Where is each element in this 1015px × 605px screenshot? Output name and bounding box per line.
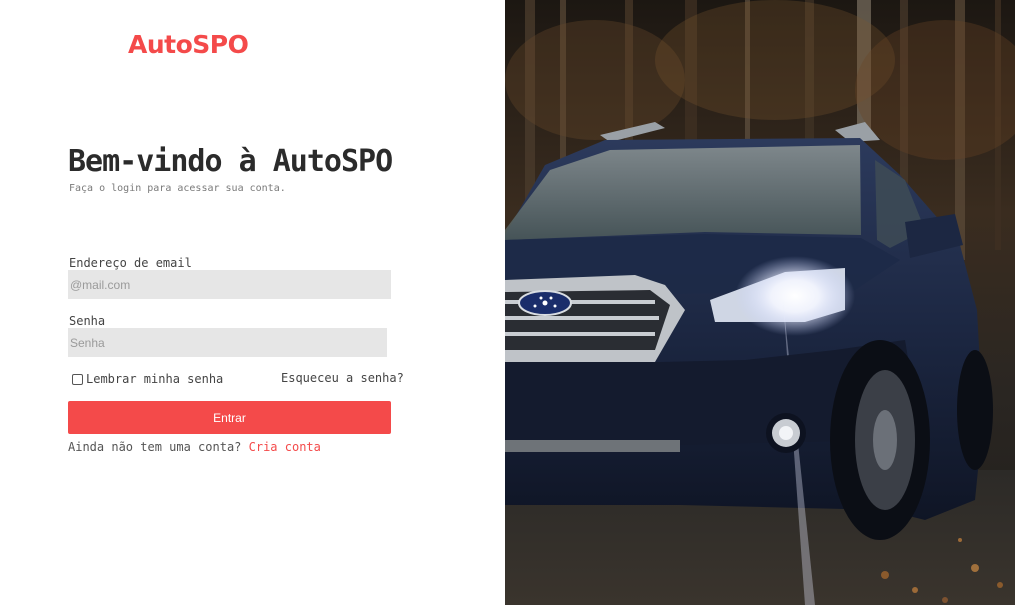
login-page: AutoSPO Bem-vindo à AutoSPO Faça o login… <box>0 0 1015 605</box>
signup-link[interactable]: Cria conta <box>249 440 321 454</box>
signup-prompt: Ainda não tem uma conta? Cria conta <box>68 440 321 454</box>
login-panel: AutoSPO Bem-vindo à AutoSPO Faça o login… <box>0 0 505 605</box>
forgot-password-link[interactable]: Esqueceu a senha? <box>281 371 404 385</box>
page-title: Bem-vindo à AutoSPO <box>68 144 393 179</box>
email-label: Endereço de email <box>69 256 192 270</box>
remember-me[interactable]: Lembrar minha senha <box>72 372 223 386</box>
page-subtitle: Faça o login para acessar sua conta. <box>69 183 286 194</box>
car-photo-icon <box>505 0 1015 605</box>
remember-checkbox[interactable] <box>72 373 83 385</box>
email-input[interactable] <box>68 270 391 299</box>
password-label: Senha <box>69 314 106 328</box>
brand-logo[interactable]: AutoSPO <box>128 30 249 59</box>
signup-prompt-text: Ainda não tem uma conta? <box>68 440 242 454</box>
login-button[interactable]: Entrar <box>68 401 391 434</box>
hero-image <box>505 0 1015 605</box>
password-input[interactable] <box>68 328 387 357</box>
remember-label: Lembrar minha senha <box>86 372 224 386</box>
